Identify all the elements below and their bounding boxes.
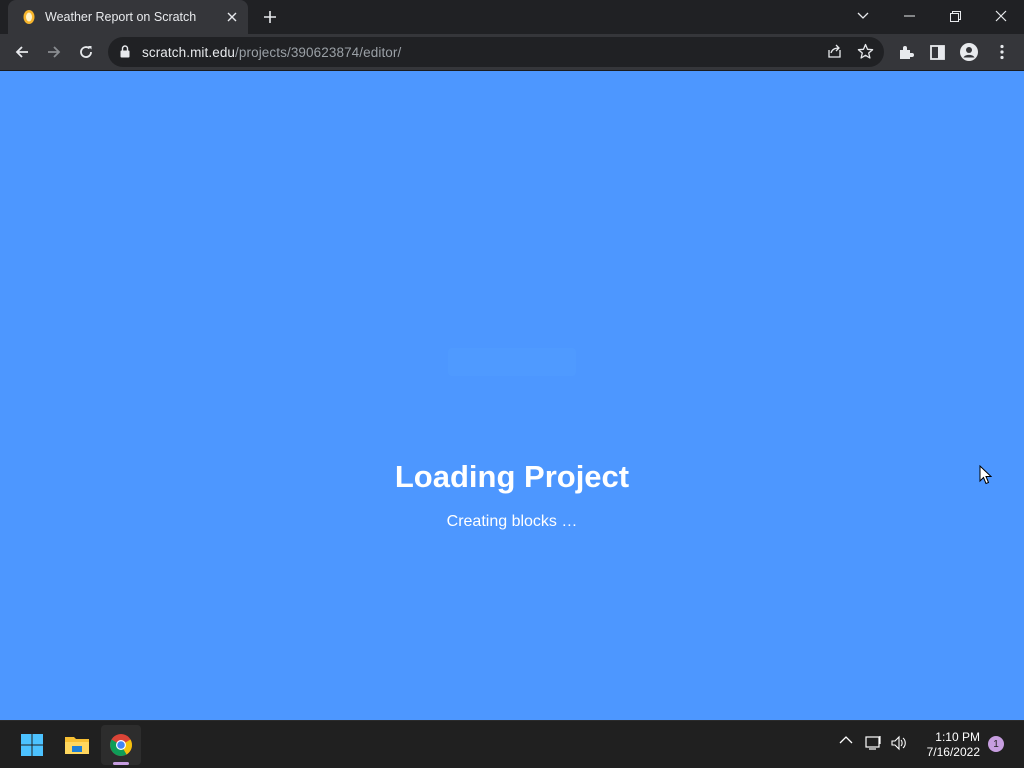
restore-button[interactable] [932,0,978,32]
close-window-button[interactable] [978,0,1024,32]
file-explorer-icon[interactable] [57,725,97,765]
active-app-indicator [113,762,129,765]
forward-icon[interactable] [39,37,69,67]
lock-icon[interactable] [120,45,130,63]
tab-search-icon[interactable] [840,0,886,32]
side-panel-icon[interactable] [922,37,952,67]
loading-block-placeholder [448,348,576,376]
reload-icon[interactable] [71,37,101,67]
scratch-loading-screen: Loading Project Creating blocks … [0,71,1024,720]
new-tab-button[interactable] [258,6,282,28]
browser-toolbar: scratch.mit.edu/projects/390623874/edito… [0,34,1024,70]
volume-icon[interactable] [890,735,908,751]
tab-title: Weather Report on Scratch [45,10,197,24]
tab-strip: Weather Report on Scratch [0,0,1024,34]
share-icon[interactable] [826,43,843,65]
back-icon[interactable] [7,37,37,67]
clock-time: 1:10 PM [935,730,980,744]
url-text: scratch.mit.edu/projects/390623874/edito… [142,45,402,60]
notification-badge[interactable]: 1 [988,736,1004,752]
chevron-up-icon[interactable] [839,735,853,745]
clock-date: 7/16/2022 [926,745,980,759]
scratch-cat-icon [22,9,36,25]
profile-icon[interactable] [954,37,984,67]
star-icon[interactable] [857,43,874,65]
loading-status: Creating blocks … [446,513,578,530]
minimize-button[interactable] [886,0,932,32]
loading-title: Loading Project [394,459,630,494]
menu-icon[interactable] [987,37,1017,67]
system-clock[interactable]: 1:10 PM 7/16/2022 [910,730,980,760]
chrome-icon[interactable] [101,725,141,765]
browser-tab[interactable]: Weather Report on Scratch [8,0,248,34]
extensions-icon[interactable] [891,37,921,67]
windows-taskbar: 1:10 PM 7/16/2022 [0,720,1024,768]
mouse-cursor-icon [979,464,993,490]
close-tab-icon[interactable] [224,9,240,25]
windows-start-icon[interactable] [12,725,52,765]
address-bar[interactable]: scratch.mit.edu/projects/390623874/edito… [108,37,884,67]
network-icon[interactable] [865,735,883,751]
